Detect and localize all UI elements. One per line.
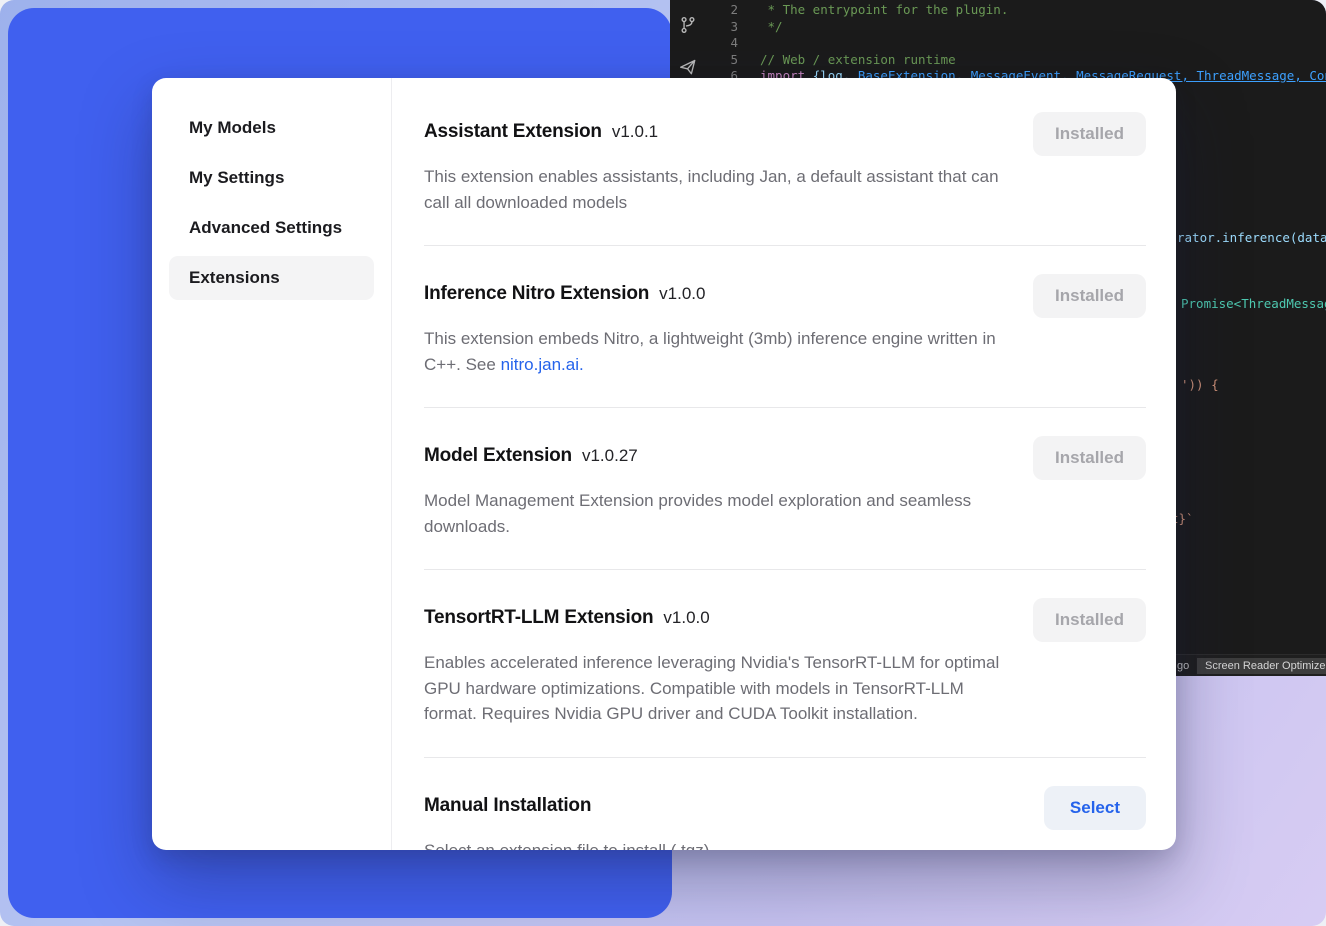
settings-modal: My Models My Settings Advanced Settings … bbox=[152, 78, 1176, 850]
extension-description: Enables accelerated inference leveraging… bbox=[424, 650, 1004, 727]
code-text bbox=[738, 35, 760, 52]
installed-button[interactable]: Installed bbox=[1033, 274, 1146, 318]
extension-section-tensorrt-llm: TensortRT-LLM Extension v1.0.0 Installed… bbox=[424, 570, 1146, 758]
extension-version: v1.0.1 bbox=[612, 122, 658, 142]
sidebar-item-label: Extensions bbox=[189, 268, 280, 288]
extension-title: Inference Nitro Extension bbox=[424, 280, 649, 308]
code-line: 5 // Web / extension runtime bbox=[710, 52, 1326, 69]
editor-code-area: 2 * The entrypoint for the plugin. 3 */ … bbox=[710, 0, 1326, 85]
installed-button[interactable]: Installed bbox=[1033, 598, 1146, 642]
line-number: 4 bbox=[710, 35, 738, 52]
extension-version: v1.0.0 bbox=[659, 284, 705, 304]
extension-section-assistant: Assistant Extension v1.0.1 Installed Thi… bbox=[424, 118, 1146, 246]
installed-button[interactable]: Installed bbox=[1033, 436, 1146, 480]
extension-description: Model Management Extension provides mode… bbox=[424, 488, 1004, 539]
extension-version: v1.0.0 bbox=[663, 608, 709, 628]
installed-button[interactable]: Installed bbox=[1033, 112, 1146, 156]
code-text: * The entrypoint for the plugin. bbox=[738, 2, 1008, 19]
manual-installation-description: Select an extension file to install (.tg… bbox=[424, 838, 1004, 851]
extension-title: TensortRT-LLM Extension bbox=[424, 604, 653, 632]
manual-installation-title: Manual Installation bbox=[424, 792, 591, 820]
sidebar-item-label: My Settings bbox=[189, 168, 284, 188]
code-line: 3 */ bbox=[710, 19, 1326, 36]
nitro-jan-ai-link[interactable]: nitro.jan.ai. bbox=[501, 355, 584, 374]
sidebar-item-label: Advanced Settings bbox=[189, 218, 342, 238]
extension-section-inference-nitro: Inference Nitro Extension v1.0.0 Install… bbox=[424, 246, 1146, 408]
sidebar-item-my-settings[interactable]: My Settings bbox=[169, 156, 374, 200]
extension-description: This extension embeds Nitro, a lightweig… bbox=[424, 326, 1004, 377]
code-fragment: rator.inference(data)); bbox=[1177, 230, 1326, 245]
manual-installation-section: Manual Installation Select Select an ext… bbox=[424, 758, 1146, 851]
status-text: go bbox=[1177, 660, 1189, 672]
sidebar-item-extensions[interactable]: Extensions bbox=[169, 256, 374, 300]
sidebar-item-advanced-settings[interactable]: Advanced Settings bbox=[169, 206, 374, 250]
code-text: // Web / extension runtime bbox=[738, 52, 956, 69]
sidebar-item-my-models[interactable]: My Models bbox=[169, 106, 374, 150]
extension-version: v1.0.27 bbox=[582, 446, 638, 466]
sidebar-item-label: My Models bbox=[189, 118, 276, 138]
screen-reader-chip: Screen Reader Optimized bbox=[1197, 658, 1326, 674]
code-line: 4 bbox=[710, 35, 1326, 52]
line-number: 2 bbox=[710, 2, 738, 19]
git-branch-icon bbox=[679, 16, 697, 39]
code-line: 2 * The entrypoint for the plugin. bbox=[710, 2, 1326, 19]
extension-title: Assistant Extension bbox=[424, 118, 602, 146]
extension-description: This extension enables assistants, inclu… bbox=[424, 164, 1004, 215]
code-text: */ bbox=[738, 19, 783, 36]
extension-section-model: Model Extension v1.0.27 Installed Model … bbox=[424, 408, 1146, 570]
screenshot-root: 2 * The entrypoint for the plugin. 3 */ … bbox=[0, 0, 1326, 926]
code-fragment: ')) { bbox=[1181, 377, 1219, 392]
select-file-button[interactable]: Select bbox=[1044, 786, 1146, 830]
extension-title: Model Extension bbox=[424, 442, 572, 470]
code-fragment: Promise<ThreadMessage> bbox=[1181, 296, 1326, 311]
extensions-panel: Assistant Extension v1.0.1 Installed Thi… bbox=[392, 78, 1176, 850]
line-number: 3 bbox=[710, 19, 738, 36]
line-number: 5 bbox=[710, 52, 738, 69]
settings-sidebar: My Models My Settings Advanced Settings … bbox=[152, 78, 392, 850]
